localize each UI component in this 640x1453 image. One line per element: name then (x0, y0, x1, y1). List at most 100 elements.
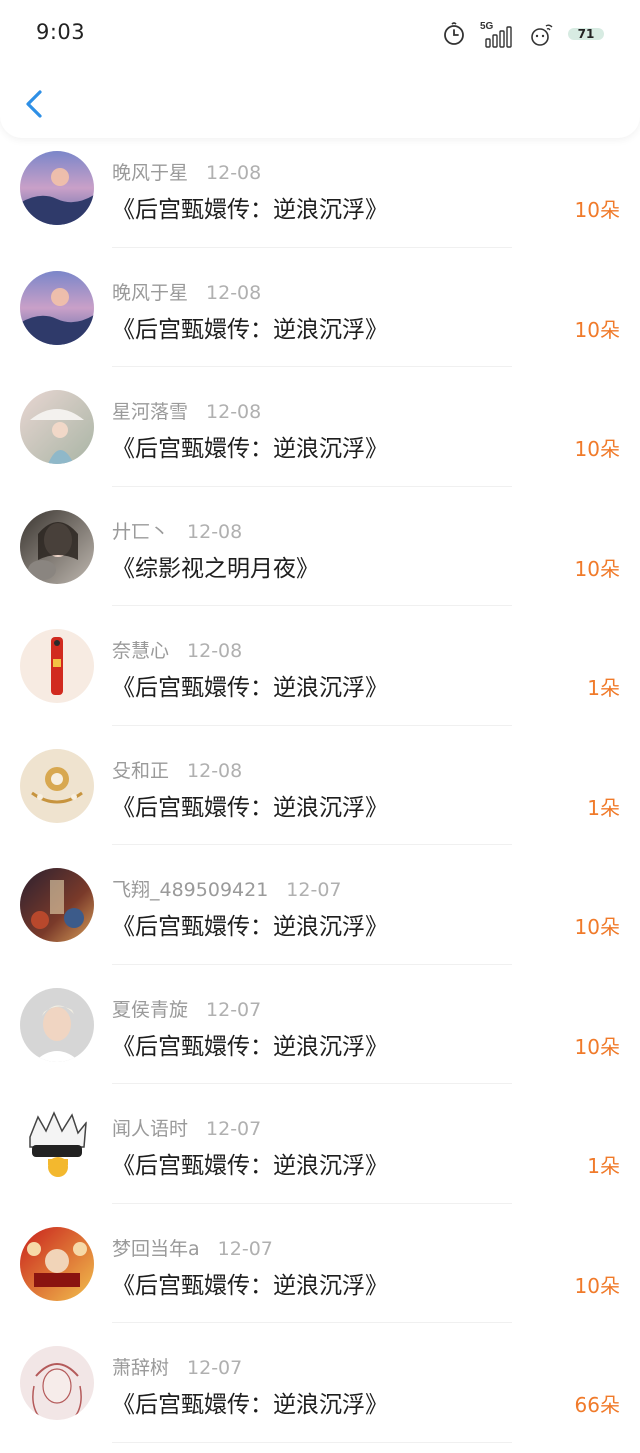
avatar-sunset-image (20, 151, 94, 225)
list-item[interactable]: 殳和正 12-08 《后宫甄嬛传：逆浪沉浮》 1朵 (0, 736, 640, 856)
book-title[interactable]: 《后宫甄嬛传：逆浪沉浮》 (112, 1266, 388, 1300)
user-avatar[interactable] (20, 270, 94, 345)
user-avatar[interactable] (20, 1346, 94, 1420)
date-label: 12-07 (206, 998, 262, 1021)
date-label: 12-08 (187, 640, 243, 662)
avatar-red-poster-image (20, 1226, 94, 1301)
book-title[interactable]: 《后宫甄嬛传：逆浪沉浮》 (112, 907, 388, 941)
divider (112, 366, 512, 367)
list-item[interactable]: 梦回当年a 12-07 《后宫甄嬛传：逆浪沉浮》 10朵 (0, 1214, 640, 1334)
avatar-sketch-portrait-image (20, 1346, 94, 1420)
date-label: 12-07 (187, 1357, 243, 1379)
reward-list: 晚风于星 12-08 《后宫甄嬛传：逆浪沉浮》 10朵 晚风于星 12-08 《后宫甄嬛传：… (0, 138, 640, 1453)
avatar-blond-man-image (20, 987, 94, 1062)
divider (112, 485, 512, 487)
book-title[interactable]: 《后宫甄嬛传：逆浪沉浮》 (112, 1385, 388, 1419)
list-item[interactable]: 晚风于星 12-08 《后宫甄嬛传：逆浪沉浮》 10朵 (0, 138, 640, 258)
item-meta: 萧辞树 12-07 (112, 1353, 242, 1380)
username[interactable]: 晚风于星 (112, 162, 188, 184)
divider (112, 1083, 512, 1084)
status-time: 9:03 (36, 20, 86, 44)
flower-amount: 1朵 (587, 1154, 620, 1178)
divider (112, 844, 512, 845)
user-avatar[interactable] (20, 151, 94, 225)
list-item[interactable]: 星河落雪 12-08 《后宫甄嬛传：逆浪沉浮》 10朵 (0, 377, 640, 497)
username[interactable]: 闻人语时 (112, 1118, 188, 1140)
username[interactable]: 星河落雪 (112, 401, 188, 423)
username[interactable]: 殳和正 (112, 760, 169, 782)
list-item[interactable]: 廾匸丶 12-08 《综影视之明月夜》 10朵 (0, 497, 640, 617)
list-item[interactable]: 萧辞树 12-07 《后宫甄嬛传：逆浪沉浮》 66朵 (0, 1333, 640, 1453)
user-avatar[interactable] (20, 868, 94, 942)
list-item[interactable]: 闻人语时 12-07 《后宫甄嬛传：逆浪沉浮》 1朵 (0, 1094, 640, 1214)
book-title[interactable]: 《后宫甄嬛传：逆浪沉浮》 (112, 668, 388, 702)
username[interactable]: 晚风于星 (112, 282, 188, 304)
flower-amount: 1朵 (587, 676, 620, 700)
status-icons: 5G 71 (442, 18, 604, 50)
list-item[interactable]: 夏侯青旋 12-07 《后宫甄嬛传：逆浪沉浮》 10朵 (0, 975, 640, 1095)
item-meta: 晚风于星 12-08 (112, 158, 261, 185)
date-label: 12-07 (217, 1237, 273, 1260)
divider (112, 963, 512, 965)
item-meta: 闻人语时 12-07 (112, 1114, 261, 1141)
divider (112, 724, 512, 726)
item-meta: 晚风于星 12-08 (112, 278, 261, 305)
date-label: 12-08 (206, 162, 262, 184)
divider (112, 1441, 512, 1443)
avatar-movie-poster-image (20, 868, 94, 942)
book-title[interactable]: 《综影视之明月夜》 (112, 549, 319, 583)
username[interactable]: 萧辞树 (112, 1357, 169, 1379)
user-avatar[interactable] (20, 629, 94, 703)
avatar-red-amulet-image (20, 629, 94, 703)
username[interactable]: 梦回当年a (112, 1238, 200, 1260)
item-meta: 奈慧心 12-08 (112, 636, 242, 663)
list-item[interactable]: 奈慧心 12-08 《后宫甄嬛传：逆浪沉浮》 1朵 (0, 616, 640, 736)
user-avatar[interactable] (20, 987, 94, 1062)
flower-amount: 10朵 (574, 198, 620, 222)
date-label: 12-07 (286, 879, 342, 901)
item-meta: 夏侯青旋 12-07 (112, 995, 261, 1022)
list-item[interactable]: 飞翔_489509421 12-07 《后宫甄嬛传：逆浪沉浮》 10朵 (0, 855, 640, 975)
item-meta: 飞翔_489509421 12-07 (112, 875, 342, 902)
avatar-pearl-brooch-image (20, 748, 94, 823)
username[interactable]: 廾匸丶 (112, 521, 169, 543)
user-avatar[interactable] (20, 390, 94, 464)
alarm-icon (442, 21, 466, 47)
book-title[interactable]: 《后宫甄嬛传：逆浪沉浮》 (112, 1027, 388, 1061)
flower-amount: 10朵 (574, 437, 620, 461)
book-title[interactable]: 《后宫甄嬛传：逆浪沉浮》 (112, 788, 388, 822)
username[interactable]: 夏侯青旋 (112, 999, 188, 1021)
date-label: 12-08 (187, 759, 243, 782)
username[interactable]: 飞翔_489509421 (112, 879, 268, 901)
chevron-left-icon (26, 90, 42, 118)
battery-indicator: 71 (568, 22, 604, 46)
avatar-girl-cat-image (20, 509, 94, 584)
flower-amount: 10朵 (574, 915, 620, 939)
signal-5g-icon: 5G (480, 19, 514, 49)
user-avatar[interactable] (20, 748, 94, 823)
flower-amount: 10朵 (574, 317, 620, 342)
avatar-girl-umbrella-image (20, 390, 94, 464)
user-avatar[interactable] (20, 1226, 94, 1301)
avatar-sunset-image (20, 270, 94, 345)
book-title[interactable]: 《后宫甄嬛传：逆浪沉浮》 (112, 310, 388, 344)
list-item[interactable]: 晚风于星 12-08 《后宫甄嬛传：逆浪沉浮》 10朵 (0, 258, 640, 378)
book-title[interactable]: 《后宫甄嬛传：逆浪沉浮》 (112, 429, 388, 463)
flower-amount: 66朵 (574, 1393, 620, 1417)
username[interactable]: 奈慧心 (112, 640, 169, 662)
flower-amount: 10朵 (574, 1273, 620, 1298)
date-label: 12-08 (187, 520, 243, 543)
divider (112, 1322, 512, 1323)
book-title[interactable]: 《后宫甄嬛传：逆浪沉浮》 (112, 190, 388, 224)
pet-wifi-icon (528, 21, 554, 47)
user-avatar[interactable] (20, 509, 94, 584)
item-meta: 殳和正 12-08 (112, 756, 242, 783)
item-meta: 梦回当年a 12-07 (112, 1234, 273, 1261)
item-meta: 廾匸丶 12-08 (112, 517, 242, 544)
user-avatar[interactable] (20, 1107, 94, 1181)
back-button[interactable] (20, 84, 50, 124)
divider (112, 1202, 512, 1204)
flower-amount: 10朵 (574, 556, 620, 581)
app-header: 9:03 5G 71 (0, 0, 640, 138)
book-title[interactable]: 《后宫甄嬛传：逆浪沉浮》 (112, 1146, 388, 1180)
